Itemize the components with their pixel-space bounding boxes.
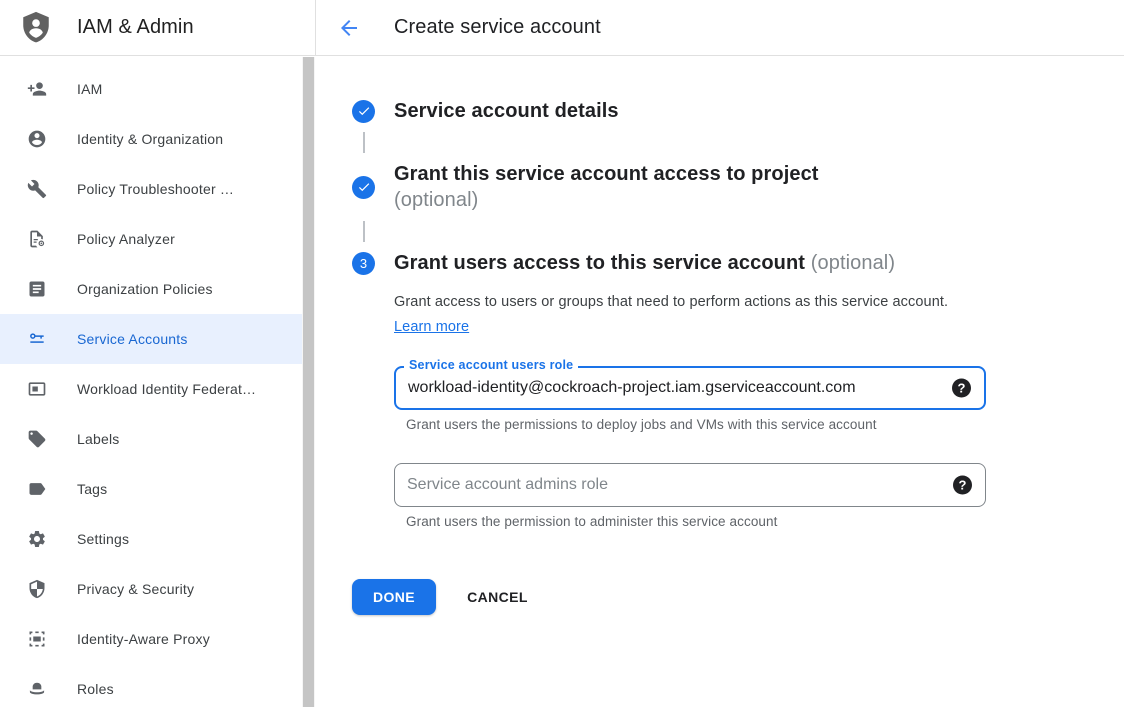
sidebar-item-policy-analyzer[interactable]: Policy Analyzer: [0, 214, 303, 264]
step-connector-line: [363, 132, 365, 153]
sidebar-item-identity-organization[interactable]: Identity & Organization: [0, 114, 303, 164]
sidebar-item-workload-identity-federation[interactable]: Workload Identity Federat…: [0, 364, 303, 414]
step-3-number-badge: 3: [352, 252, 375, 275]
main-panel: Create service account Service account d…: [316, 0, 1124, 707]
sidebar-item-settings[interactable]: Settings: [0, 514, 303, 564]
admins-role-helper-text: Grant users the permission to administer…: [406, 514, 1124, 529]
service-account-admins-role-field: ?: [394, 463, 986, 507]
cancel-button[interactable]: CANCEL: [467, 589, 528, 605]
sidebar-item-label: Settings: [77, 531, 129, 547]
service-account-users-role-field: Service account users role ?: [394, 366, 986, 410]
sidebar-scrollbar-track[interactable]: [302, 57, 315, 707]
label-arrow-icon: [27, 479, 47, 499]
sidebar-item-policy-troubleshooter[interactable]: Policy Troubleshooter …: [0, 164, 303, 214]
help-icon[interactable]: ?: [952, 379, 971, 398]
sidebar-item-label: Identity & Organization: [77, 131, 223, 147]
step-3-description: Grant access to users or groups that nee…: [394, 290, 954, 340]
sidebar-item-label: Organization Policies: [77, 281, 213, 297]
sidebar-item-label: Service Accounts: [77, 331, 188, 347]
sidebar-item-label: Policy Analyzer: [77, 231, 175, 247]
wizard-actions: DONE CANCEL: [352, 579, 1124, 615]
service-account-key-icon: [27, 329, 47, 349]
sidebar-item-label: Policy Troubleshooter …: [77, 181, 234, 197]
step-connector-line: [363, 221, 365, 242]
sidebar-item-service-accounts[interactable]: Service Accounts: [0, 314, 303, 364]
sidebar-item-label: Labels: [77, 431, 119, 447]
done-button[interactable]: DONE: [352, 579, 436, 615]
account-circle-icon: [27, 129, 47, 149]
gear-icon: [27, 529, 47, 549]
step-3-body: Grant access to users or groups that nee…: [394, 290, 1124, 529]
step-1-completed-check-icon: [352, 100, 375, 123]
help-icon[interactable]: ?: [953, 476, 972, 495]
sidebar-item-organization-policies[interactable]: Organization Policies: [0, 264, 303, 314]
admins-role-input[interactable]: [395, 464, 935, 506]
sidebar-item-privacy-security[interactable]: Privacy & Security: [0, 564, 303, 614]
step-3-header: 3 Grant users access to this service acc…: [352, 250, 1124, 276]
sidebar-item-label: Roles: [77, 681, 114, 697]
hat-icon: [27, 679, 47, 699]
person-add-icon: [27, 79, 47, 99]
product-title: IAM & Admin: [77, 16, 194, 39]
step-3-title: Grant users access to this service accou…: [394, 250, 895, 276]
back-button[interactable]: [337, 16, 361, 40]
step-2-optional-label: (optional): [394, 187, 819, 213]
sidebar-header: IAM & Admin: [0, 0, 316, 56]
iam-admin-shield-icon: [17, 9, 55, 46]
page-header: Create service account: [316, 0, 1124, 56]
step-3-title-text: Grant users access to this service accou…: [394, 252, 805, 274]
sidebar-item-iam[interactable]: IAM: [0, 64, 303, 114]
sidebar-item-labels[interactable]: Labels: [0, 414, 303, 464]
users-role-helper-text: Grant users the permissions to deploy jo…: [406, 417, 1124, 432]
arrow-back-icon: [337, 16, 361, 40]
wrench-icon: [27, 179, 47, 199]
sidebar-item-label: Workload Identity Federat…: [77, 381, 256, 397]
sidebar: IAM & Admin IAM Identity & Organization …: [0, 0, 316, 707]
users-role-input[interactable]: [396, 368, 934, 408]
sidebar-item-label: Identity-Aware Proxy: [77, 631, 210, 647]
sidebar-scrollbar-thumb[interactable]: [303, 57, 314, 707]
doc-gear-icon: [27, 229, 47, 249]
learn-more-link[interactable]: Learn more: [394, 319, 469, 335]
sidebar-nav: IAM Identity & Organization Policy Troub…: [0, 56, 316, 714]
step-1-title: Service account details: [394, 98, 619, 124]
shield-icon: [27, 579, 47, 599]
badge-card-icon: [27, 379, 47, 399]
sidebar-item-label: Tags: [77, 481, 107, 497]
sidebar-item-label: Privacy & Security: [77, 581, 194, 597]
step-2-completed-check-icon: [352, 176, 375, 199]
step-1-header[interactable]: Service account details: [352, 98, 1124, 124]
page-title: Create service account: [394, 16, 601, 39]
sidebar-item-label: IAM: [77, 81, 103, 97]
tag-icon: [27, 429, 47, 449]
sidebar-item-tags[interactable]: Tags: [0, 464, 303, 514]
step-3-optional-label: (optional): [811, 252, 895, 274]
step-2-header[interactable]: Grant this service account access to pro…: [352, 161, 1124, 213]
sidebar-item-identity-aware-proxy[interactable]: Identity-Aware Proxy: [0, 614, 303, 664]
step-2-title: Grant this service account access to pro…: [394, 161, 819, 187]
proxy-frame-icon: [27, 629, 47, 649]
article-icon: [27, 279, 47, 299]
wizard-content: Service account details Grant this servi…: [316, 56, 1124, 615]
